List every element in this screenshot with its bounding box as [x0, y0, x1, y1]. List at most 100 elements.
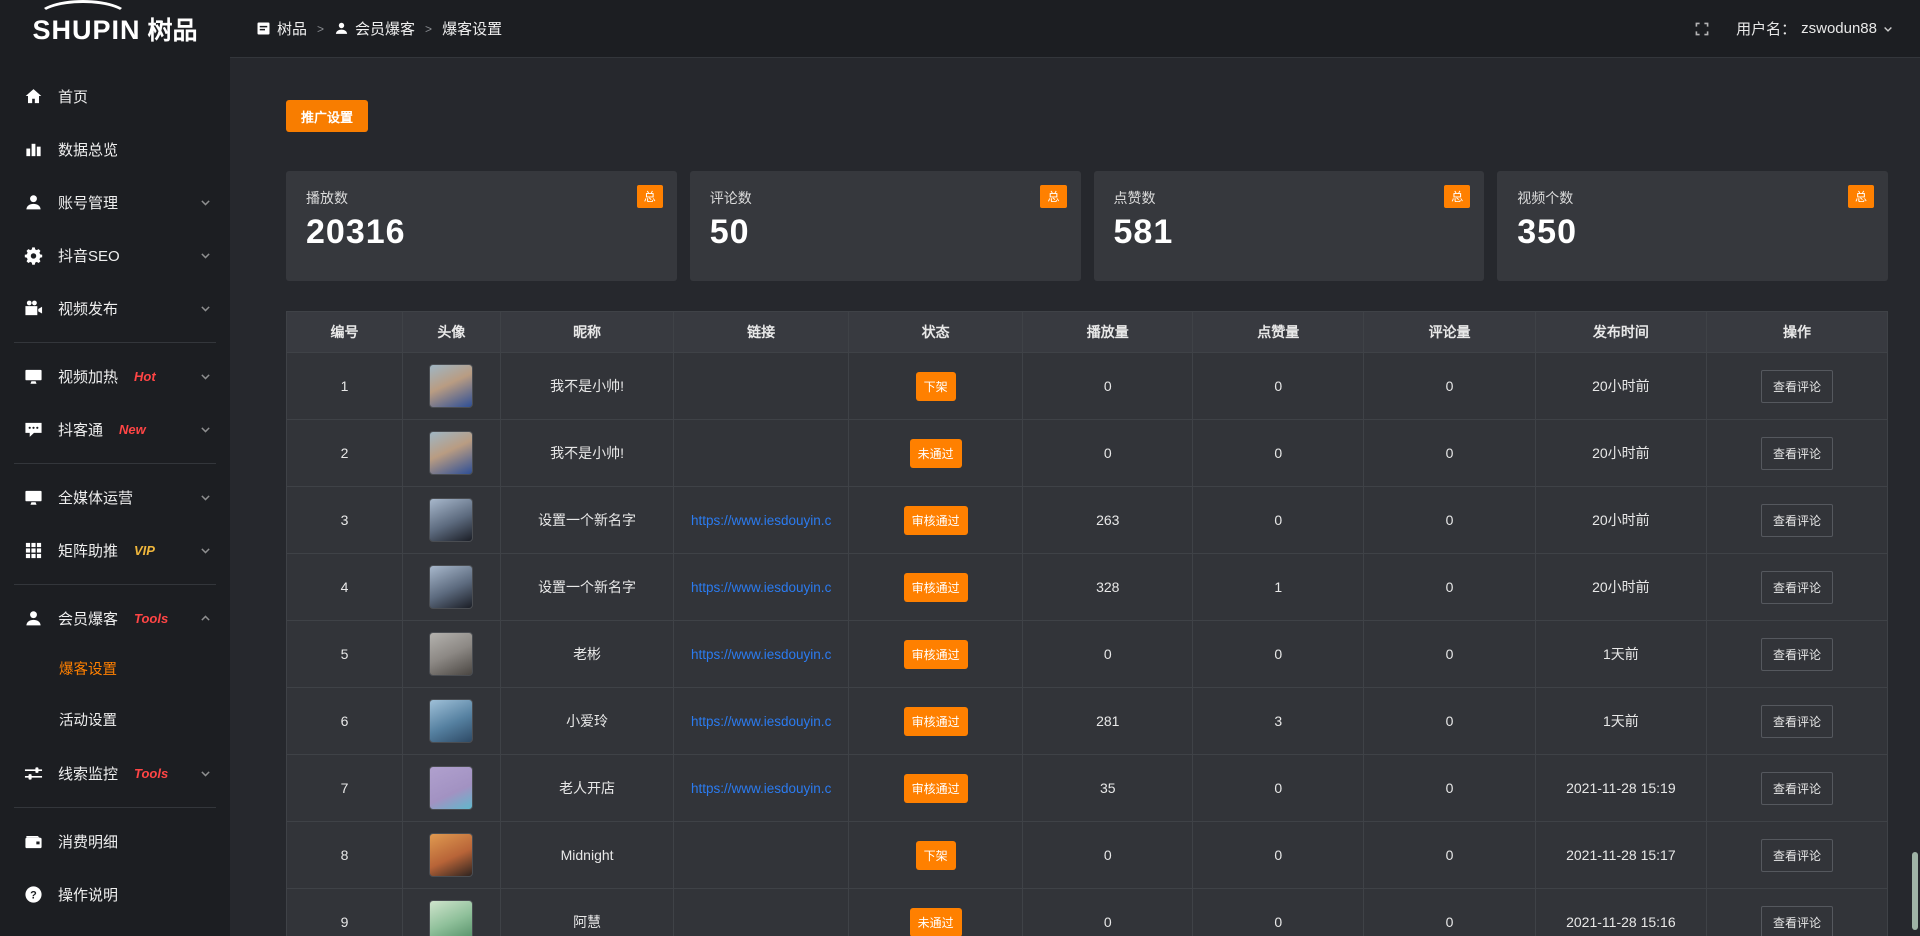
avatar-cell [403, 554, 501, 621]
view-comments-button[interactable]: 查看评论 [1761, 571, 1833, 604]
avatar [429, 498, 473, 542]
chevron-down-icon [1882, 23, 1894, 35]
sidebar-item-operation-guide[interactable]: ?操作说明 [0, 868, 230, 921]
video-link[interactable]: https://www.iesdouyin.c [691, 714, 831, 729]
avatar [429, 900, 473, 936]
publish-time-cell: 1天前 [1535, 621, 1706, 688]
action-cell: 查看评论 [1707, 621, 1888, 688]
scrollbar-thumb[interactable] [1912, 852, 1918, 930]
table-row: 2我不是小帅!未通过00020小时前查看评论 [287, 420, 1888, 487]
status-tag: 未通过 [910, 439, 962, 468]
row-index-cell: 6 [287, 688, 403, 755]
column-header: 昵称 [500, 312, 674, 353]
video-link[interactable]: https://www.iesdouyin.c [691, 781, 831, 796]
view-comments-button[interactable]: 查看评论 [1761, 772, 1833, 805]
sidebar-item-all-media-operation[interactable]: 全媒体运营 [0, 471, 230, 524]
user-icon [24, 193, 43, 212]
breadcrumb-item-member-baoke[interactable]: 会员爆客 [334, 18, 415, 39]
avatar-cell [403, 755, 501, 822]
sidebar-item-douketong[interactable]: 抖客通New [0, 403, 230, 456]
stat-card-plays: 播放数 20316 总 [286, 171, 677, 281]
avatar-cell [403, 487, 501, 554]
nickname-cell: 阿慧 [500, 889, 674, 936]
link-cell: https://www.iesdouyin.c [674, 621, 849, 688]
avatar [429, 431, 473, 475]
total-badge: 总 [637, 185, 663, 208]
chevron-down-icon [199, 544, 212, 557]
publish-time-cell: 2021-11-28 15:17 [1535, 822, 1706, 889]
view-comments-button[interactable]: 查看评论 [1761, 437, 1833, 470]
likes-cell: 0 [1193, 353, 1364, 420]
breadcrumb-item-shupin[interactable]: 树品 [256, 18, 307, 39]
row-index-cell: 7 [287, 755, 403, 822]
sidebar-item-douyin-seo[interactable]: 抖音SEO [0, 229, 230, 282]
nickname-cell: 设置一个新名字 [500, 487, 674, 554]
breadcrumb-item-baoke-settings[interactable]: 爆客设置 [442, 18, 502, 39]
monitor-icon [24, 367, 43, 386]
table-row: 1我不是小帅!下架00020小时前查看评论 [287, 353, 1888, 420]
action-cell: 查看评论 [1707, 554, 1888, 621]
sidebar-item-video-publish[interactable]: 视频发布 [0, 282, 230, 335]
sidebar-item-matrix-boost[interactable]: 矩阵助推VIP [0, 524, 230, 577]
avatar-cell [403, 688, 501, 755]
sidebar-subitem-baoke-settings[interactable]: 爆客设置 [0, 645, 230, 696]
video-link[interactable]: https://www.iesdouyin.c [691, 580, 831, 595]
view-comments-button[interactable]: 查看评论 [1761, 906, 1833, 936]
sidebar-item-label: 消费明细 [58, 831, 118, 852]
view-comments-button[interactable]: 查看评论 [1761, 638, 1833, 671]
view-comments-button[interactable]: 查看评论 [1761, 705, 1833, 738]
video-camera-icon [24, 299, 43, 318]
videos-table: 编号头像昵称链接状态播放量点赞量评论量发布时间操作 1我不是小帅!下架00020… [286, 311, 1888, 936]
user-icon [24, 609, 43, 628]
status-cell: 下架 [848, 353, 1023, 420]
video-link[interactable]: https://www.iesdouyin.c [691, 513, 831, 528]
sidebar-item-account-management[interactable]: 账号管理 [0, 176, 230, 229]
video-link[interactable]: https://www.iesdouyin.c [691, 647, 831, 662]
sidebar-item-home[interactable]: 首页 [0, 70, 230, 123]
view-comments-button[interactable]: 查看评论 [1761, 504, 1833, 537]
promotion-settings-button[interactable]: 推广设置 [286, 100, 368, 132]
chevron-down-icon [199, 249, 212, 262]
table-row: 5老彬https://www.iesdouyin.c审核通过0001天前查看评论 [287, 621, 1888, 688]
table-row: 7老人开店https://www.iesdouyin.c审核通过35002021… [287, 755, 1888, 822]
view-comments-button[interactable]: 查看评论 [1761, 839, 1833, 872]
sidebar-item-clue-monitor[interactable]: 线索监控Tools [0, 747, 230, 800]
link-cell [674, 889, 849, 936]
breadcrumb-label: 树品 [277, 18, 307, 39]
sidebar-item-label: 矩阵助推 [58, 540, 118, 561]
action-cell: 查看评论 [1707, 822, 1888, 889]
view-comments-button[interactable]: 查看评论 [1761, 370, 1833, 403]
fullscreen-icon[interactable] [1694, 21, 1710, 37]
stat-label: 点赞数 [1114, 188, 1465, 208]
breadcrumb: 树品 > 会员爆客 > 爆客设置 [256, 18, 502, 39]
column-header: 点赞量 [1193, 312, 1364, 353]
publish-time-cell: 20小时前 [1535, 420, 1706, 487]
link-cell: https://www.iesdouyin.c [674, 487, 849, 554]
action-cell: 查看评论 [1707, 420, 1888, 487]
publish-time-cell: 1天前 [1535, 688, 1706, 755]
sidebar-item-data-overview[interactable]: 数据总览 [0, 123, 230, 176]
topbar-main: 树品 > 会员爆客 > 爆客设置 用户名：z [230, 0, 1920, 58]
stat-value: 581 [1114, 213, 1465, 252]
sidebar-item-video-heating[interactable]: 视频加热Hot [0, 350, 230, 403]
likes-cell: 0 [1193, 822, 1364, 889]
avatar [429, 699, 473, 743]
action-cell: 查看评论 [1707, 688, 1888, 755]
sidebar-item-label: 首页 [58, 86, 88, 107]
chevron-down-icon [199, 302, 212, 315]
sidebar-item-member-baoke[interactable]: 会员爆客Tools [0, 592, 230, 645]
sidebar-item-label: 数据总览 [58, 139, 118, 160]
nickname-cell: 小爱玲 [500, 688, 674, 755]
breadcrumb-label: 爆客设置 [442, 18, 502, 39]
likes-cell: 0 [1193, 420, 1364, 487]
publish-time-cell: 20小时前 [1535, 554, 1706, 621]
user-dropdown[interactable]: 用户名：zswodun88 [1736, 18, 1894, 39]
comment-icon [24, 420, 43, 439]
status-cell: 审核通过 [848, 554, 1023, 621]
likes-cell: 3 [1193, 688, 1364, 755]
stat-value: 20316 [306, 213, 657, 252]
sidebar-item-consumption-details[interactable]: 消费明细 [0, 815, 230, 868]
sidebar-subitem-activity-settings[interactable]: 活动设置 [0, 696, 230, 747]
plays-cell: 263 [1023, 487, 1193, 554]
sidebar-item-label: 视频加热 [58, 366, 118, 387]
